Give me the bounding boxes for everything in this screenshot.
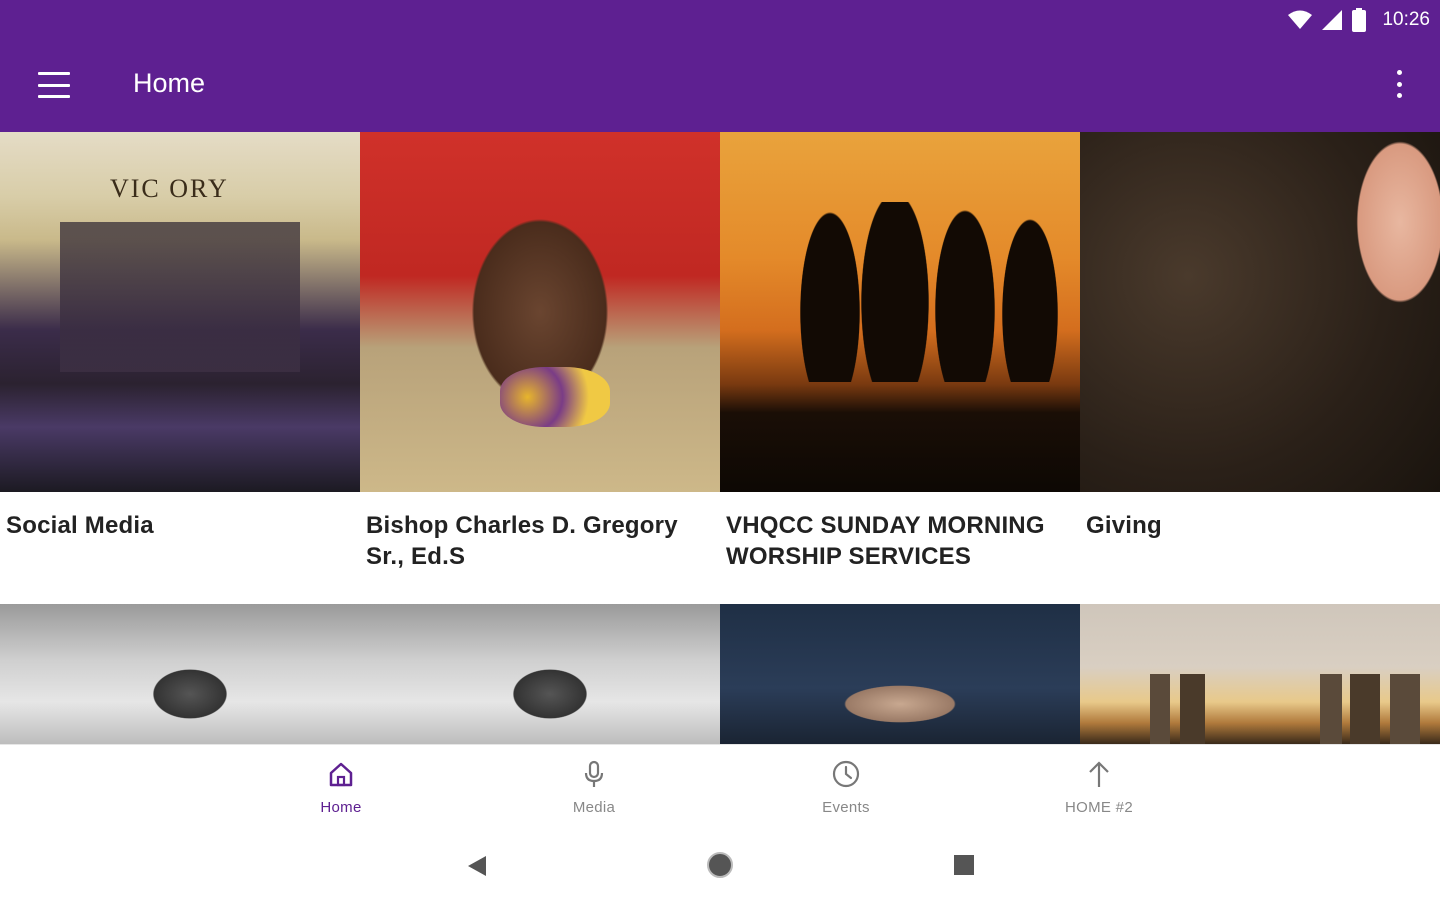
tile-title: VHQCC SUNDAY MORNING WORSHIP SERVICES — [726, 512, 1045, 570]
tile-image — [0, 604, 360, 744]
status-time: 10:26 — [1382, 9, 1430, 30]
app-bar: 10:26 Home — [0, 0, 1440, 132]
tile-row2-2[interactable] — [360, 604, 720, 744]
system-navigation-bar — [0, 836, 1440, 900]
tile-image — [360, 604, 720, 744]
tile-title: Giving — [1086, 512, 1162, 539]
nav-home[interactable]: Home — [261, 759, 421, 829]
clock-icon — [832, 760, 860, 788]
tile-image — [720, 132, 1080, 492]
nav-label: Home — [320, 799, 362, 816]
tile-worship-services[interactable]: VHQCC SUNDAY MORNING WORSHIP SERVICES — [720, 132, 1080, 572]
recents-icon[interactable] — [953, 854, 975, 876]
content-grid: VIC ORY Social Media Bishop Charles D. G… — [0, 132, 1440, 744]
more-options-icon[interactable] — [1394, 70, 1404, 98]
bowtie-shape — [500, 367, 610, 427]
tile-bishop[interactable]: Bishop Charles D. Gregory Sr., Ed.S — [360, 132, 720, 572]
tile-row2-4[interactable] — [1080, 604, 1440, 744]
tile-row2-3[interactable] — [720, 604, 1080, 744]
tile-image: VIC ORY — [0, 132, 360, 492]
home-icon — [329, 762, 353, 787]
tile-title: Social Media — [6, 512, 154, 539]
status-bar: 10:26 — [1288, 4, 1430, 36]
cellular-signal-icon — [1322, 10, 1343, 30]
tile-image — [1080, 132, 1440, 492]
arrow-up-icon — [1089, 761, 1109, 787]
back-icon[interactable] — [466, 854, 488, 878]
menu-icon[interactable] — [38, 72, 70, 98]
wifi-icon — [1288, 10, 1313, 29]
battery-icon — [1352, 8, 1367, 32]
page-title: Home — [133, 68, 206, 98]
nav-label: Media — [572, 799, 616, 816]
silhouettes — [800, 202, 1070, 382]
tile-row2-1[interactable] — [0, 604, 360, 744]
nav-events[interactable]: Events — [766, 759, 926, 829]
nav-home-2[interactable]: HOME #2 — [1019, 759, 1179, 829]
nav-label: HOME #2 — [1065, 799, 1133, 816]
nav-media[interactable]: Media — [514, 759, 674, 829]
skyline — [1080, 674, 1440, 744]
church-sign-text: VIC ORY — [110, 174, 229, 203]
home-circle-icon[interactable] — [705, 850, 735, 880]
microphone-icon — [584, 760, 604, 787]
tile-title: Bishop Charles D. Gregory Sr., Ed.S — [366, 512, 678, 570]
bottom-navigation: Home Media Events HOME #2 — [0, 744, 1440, 836]
tile-social-media[interactable]: VIC ORY Social Media — [0, 132, 360, 541]
tile-giving[interactable]: Giving — [1080, 132, 1440, 541]
nav-label: Events — [822, 799, 870, 816]
tile-image — [360, 132, 720, 492]
tile-image — [1080, 604, 1440, 744]
tile-image — [720, 604, 1080, 744]
